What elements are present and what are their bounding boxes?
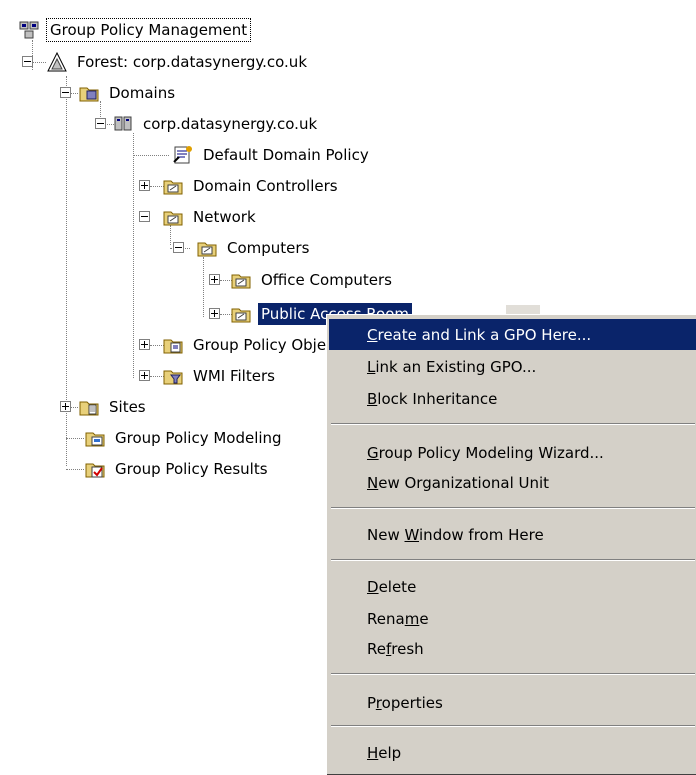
tree-node-computers[interactable]: Computers bbox=[196, 235, 312, 261]
tree-label: Network bbox=[193, 208, 256, 226]
menu-item-new-ou[interactable]: New Organizational Unit bbox=[329, 467, 696, 498]
tree-node-root[interactable]: Group Policy Management bbox=[18, 17, 252, 43]
ou-folder-icon bbox=[162, 175, 184, 197]
menu-label: Rename bbox=[367, 609, 429, 628]
menu-item-properties[interactable]: Properties bbox=[329, 687, 696, 718]
collapse-forest-icon[interactable] bbox=[22, 56, 33, 67]
menu-label: Properties bbox=[367, 693, 443, 712]
tree-node-forest[interactable]: Forest: corp.datasynergy.co.uk bbox=[46, 49, 310, 75]
domain-icon bbox=[112, 113, 134, 135]
collapse-computers-icon[interactable] bbox=[173, 242, 184, 253]
forest-icon bbox=[46, 51, 68, 73]
ou-folder-icon bbox=[230, 269, 252, 291]
tree-label: WMI Filters bbox=[193, 367, 275, 385]
menu-label: Help bbox=[367, 743, 402, 762]
menu-label: Block Inheritance bbox=[367, 389, 498, 408]
domains-folder-icon bbox=[78, 82, 100, 104]
context-menu: Create and Link a GPO Here... Link an Ex… bbox=[326, 314, 696, 775]
expand-sites-icon[interactable] bbox=[60, 401, 71, 412]
tree-node-network[interactable]: Network bbox=[162, 204, 259, 230]
sites-folder-icon bbox=[78, 396, 100, 418]
tree-label: Group Policy Results bbox=[115, 460, 268, 478]
collapse-domain-icon[interactable] bbox=[95, 118, 106, 129]
menu-item-delete[interactable]: Delete bbox=[329, 571, 696, 602]
ou-folder-icon bbox=[230, 303, 252, 325]
menu-item-new-window[interactable]: New Window from Here bbox=[329, 519, 696, 550]
tree-node-domain-controllers[interactable]: Domain Controllers bbox=[162, 173, 341, 199]
gpmc-console-icon bbox=[18, 19, 40, 41]
expand-domain-controllers-icon[interactable] bbox=[139, 180, 150, 191]
tree-node-wmi-filters[interactable]: WMI Filters bbox=[162, 363, 278, 389]
menu-item-help[interactable]: Help bbox=[329, 737, 696, 768]
gpo-container-icon bbox=[162, 334, 184, 356]
expand-wmi-filters-icon[interactable] bbox=[139, 370, 150, 381]
menu-label: New Organizational Unit bbox=[367, 473, 550, 492]
menu-item-rename[interactable]: Rename bbox=[329, 603, 696, 634]
ou-folder-icon bbox=[196, 237, 218, 259]
tree-label: Domain Controllers bbox=[193, 177, 338, 195]
menu-separator bbox=[331, 673, 695, 675]
collapse-network-icon[interactable] bbox=[139, 211, 150, 222]
menu-item-block-inheritance[interactable]: Block Inheritance bbox=[329, 383, 696, 414]
menu-label: Group Policy Modeling Wizard... bbox=[367, 443, 604, 462]
menu-item-gp-modeling-wizard[interactable]: Group Policy Modeling Wizard... bbox=[329, 437, 696, 468]
tree-node-domains[interactable]: Domains bbox=[78, 80, 178, 106]
modeling-icon bbox=[84, 427, 106, 449]
collapse-domains-icon[interactable] bbox=[60, 87, 71, 98]
tree-node-domain[interactable]: corp.datasynergy.co.uk bbox=[112, 111, 320, 137]
menu-separator bbox=[331, 507, 695, 509]
menu-separator bbox=[331, 423, 695, 425]
gpo-link-icon bbox=[172, 144, 194, 166]
tree-label: corp.datasynergy.co.uk bbox=[143, 115, 318, 133]
tree-label: Group Policy Management bbox=[46, 18, 252, 42]
tree-label: Sites bbox=[109, 398, 146, 416]
tree-node-group-policy-objects[interactable]: Group Policy Objects bbox=[162, 332, 351, 358]
tree-label: Default Domain Policy bbox=[203, 146, 369, 164]
ou-folder-icon bbox=[162, 206, 184, 228]
menu-label: Refresh bbox=[367, 639, 424, 658]
expand-office-computers-icon[interactable] bbox=[209, 274, 220, 285]
expand-public-access-room-icon[interactable] bbox=[209, 308, 220, 319]
tree-node-group-policy-results[interactable]: Group Policy Results bbox=[84, 456, 271, 482]
menu-label: New Window from Here bbox=[367, 525, 544, 544]
tree-node-default-domain-policy[interactable]: Default Domain Policy bbox=[172, 142, 372, 168]
tree-node-office-computers[interactable]: Office Computers bbox=[230, 267, 395, 293]
menu-item-refresh[interactable]: Refresh bbox=[329, 633, 696, 664]
tree-label: Forest: corp.datasynergy.co.uk bbox=[77, 53, 308, 71]
menu-label: Delete bbox=[367, 577, 417, 596]
results-icon bbox=[84, 458, 106, 480]
menu-separator bbox=[331, 559, 695, 561]
tree-label: Group Policy Modeling bbox=[115, 429, 282, 447]
wmi-filter-icon bbox=[162, 365, 184, 387]
tree-node-group-policy-modeling[interactable]: Group Policy Modeling bbox=[84, 425, 285, 451]
menu-item-create-link-gpo[interactable]: Create and Link a GPO Here... bbox=[329, 319, 696, 350]
tree-label: Computers bbox=[227, 239, 310, 257]
menu-label: Create and Link a GPO Here... bbox=[367, 325, 592, 344]
tree-node-sites[interactable]: Sites bbox=[78, 394, 149, 420]
expand-group-policy-objects-icon[interactable] bbox=[139, 339, 150, 350]
menu-item-link-existing-gpo[interactable]: Link an Existing GPO... bbox=[329, 351, 696, 382]
menu-label: Link an Existing GPO... bbox=[367, 357, 537, 376]
tree-label: Domains bbox=[109, 84, 176, 102]
tree-label: Office Computers bbox=[261, 271, 392, 289]
menu-separator bbox=[331, 725, 695, 727]
